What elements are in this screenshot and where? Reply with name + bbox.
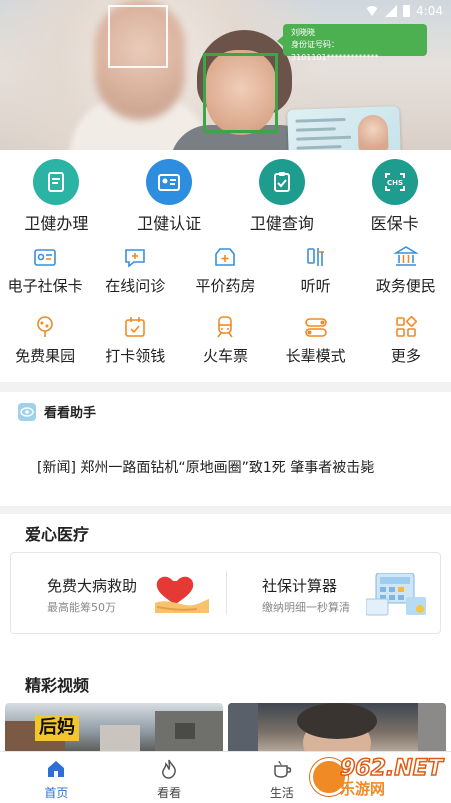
id-card-photo [357,114,389,150]
service-more[interactable]: 更多 [361,313,451,365]
id-card-image [287,106,401,150]
services-row-1: 电子社保卡 在线问诊 平价药房 听听 政务便民 [0,243,451,295]
cup-icon [271,758,293,780]
nav-home[interactable]: 首页 [0,752,113,803]
pharmacy-icon [211,243,239,271]
service-label: 电子社保卡 [7,277,83,295]
service-label: 火车票 [202,347,248,365]
service-label: 卫健办理 [24,214,89,233]
social-calculator-card[interactable]: 社保计算器 缴纳明细一秒算清 [226,553,441,633]
service-weijian-query[interactable]: 卫健查询 [226,153,339,234]
status-bar: 4:04 [365,3,443,19]
assistant-eye-icon [18,402,36,421]
service-listen[interactable]: 听听 [271,243,361,295]
more-grid-icon [392,313,420,341]
free-illness-aid-card[interactable]: 免费大病救助 最高能筹50万 [11,553,226,633]
watermark-text: 962.NET 乐游网 [339,756,443,798]
service-checkin-money[interactable]: 打卡领钱 [90,313,180,365]
care-card: 免费大病救助 最高能筹50万 社保计算器 缴纳明细一秒算清 [10,552,441,634]
id-card-line [296,135,352,141]
bubble-name: 刘晓晓 [291,28,315,37]
flame-icon [158,758,180,780]
service-elder-mode[interactable]: 长辈模式 [271,313,361,365]
id-card-line [295,127,336,132]
service-label: 免费果园 [15,347,76,365]
train-icon [211,313,239,341]
assistant-title: 看看助手 [44,406,97,421]
service-weijian-auth[interactable]: 卫健认证 [113,153,226,234]
service-label: 更多 [390,347,421,365]
battery-icon [403,5,411,17]
id-card-line [296,145,342,150]
service-label: 卫健查询 [249,214,314,233]
top-banner[interactable]: 刘晓晓 身份证号码：3101101************* 4:04 [0,0,451,150]
identity-bubble: 刘晓晓 身份证号码：3101101************* [277,24,427,62]
service-e-social-card[interactable]: 电子社保卡 [0,243,90,295]
service-label: 卫健认证 [137,214,202,233]
bubble-id-number: 身份证号码：3101101************* [291,40,379,62]
service-pharmacy[interactable]: 平价药房 [180,243,270,295]
care-left-title: 免费大病救助 [47,577,138,595]
news-headline[interactable]: [新闻] 郑州一路面钻机“原地画圈”致1死 肇事者被击毙 [37,457,374,477]
video-section-title: 精彩视频 [25,676,90,695]
heart-hands-icon [151,573,211,622]
service-label: 在线问诊 [105,277,166,295]
service-train-ticket[interactable]: 火车票 [180,313,270,365]
orchard-tree-icon [31,313,59,341]
government-building-icon [392,243,420,271]
nav-watch[interactable]: 看看 [113,752,226,803]
face-detect-frame-green [203,53,278,133]
nav-label: 首页 [44,786,69,800]
social-security-card-icon [31,243,59,271]
assistant-header: 看看助手 [18,402,96,421]
calendar-checkin-icon [121,313,149,341]
service-online-consultation[interactable]: 在线问诊 [90,243,180,295]
section-separator [0,382,451,392]
svg-text:CHS: CHS [387,179,403,187]
care-section-title: 爱心医疗 [25,525,90,544]
service-weijian-handle[interactable]: 卫健办理 [0,153,113,234]
service-label: 政务便民 [375,277,436,295]
face-detect-frame-white [108,5,168,68]
calculator-icon [365,572,428,623]
id-card-icon [146,159,193,205]
watermark-subtitle: 乐游网 [340,780,386,798]
service-label: 打卡领钱 [105,347,166,365]
service-free-orchard[interactable]: 免费果园 [0,313,90,365]
care-left-subtitle: 最高能筹50万 [47,601,116,614]
care-right-subtitle: 缴纳明细一秒算清 [262,601,350,614]
section-separator [0,506,451,514]
video-thumbnail-2[interactable] [228,703,446,751]
service-label: 平价药房 [195,277,256,295]
service-label: 长辈模式 [285,347,346,365]
chs-icon: CHS [371,159,418,205]
primary-services: 卫健办理 卫健认证 卫健查询 CHS 医保卡 [0,153,451,234]
listen-icon [302,243,330,271]
toggle-elder-mode-icon [302,313,330,341]
watermark-962net: 962.NET 乐游网 [310,753,451,801]
service-label: 医保卡 [370,214,419,233]
signal-icon [385,5,398,17]
home-icon [45,758,67,780]
video-caption: 后妈 [35,715,79,741]
care-right-title: 社保计算器 [262,577,338,595]
status-time: 4:04 [416,4,443,18]
service-label: 听听 [300,277,331,295]
service-government[interactable]: 政务便民 [361,243,451,295]
edit-document-icon [33,159,80,205]
id-card-line [295,117,346,123]
video-thumbnail-1[interactable]: 后妈 [5,703,223,751]
services-row-2: 免费果园 打卡领钱 火车票 长辈模式 更多 [0,313,451,365]
online-consultation-icon [121,243,149,271]
query-clipboard-icon [258,159,305,205]
watermark-number: 962.NET [339,756,443,782]
service-medical-card[interactable]: CHS 医保卡 [338,153,451,234]
nav-label: 看看 [157,786,182,800]
wifi-icon [365,6,380,16]
